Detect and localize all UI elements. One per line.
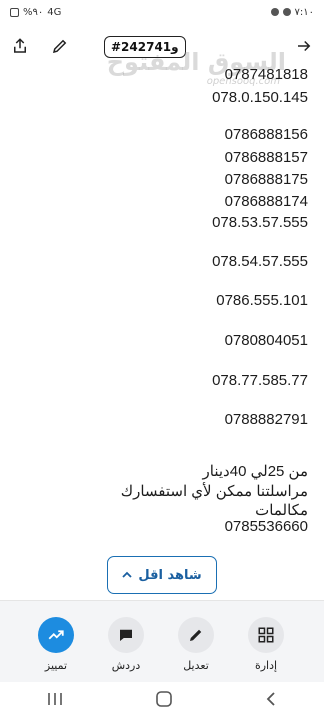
status-left: %٩٠ 4G bbox=[10, 7, 61, 18]
edit-button[interactable] bbox=[46, 32, 74, 60]
notification-icon-2 bbox=[282, 8, 291, 16]
chat-icon bbox=[120, 629, 132, 641]
network-type: 4G bbox=[47, 6, 62, 18]
price-text: من 25لي 40دينار bbox=[202, 463, 308, 480]
home-button[interactable] bbox=[155, 690, 173, 712]
feature-button[interactable]: تمييز bbox=[26, 617, 86, 672]
manage-label: إدارة bbox=[254, 659, 278, 672]
description-line: 0787481818 bbox=[224, 66, 308, 83]
status-bar: %٩٠ 4G ٧:١٠ bbox=[0, 0, 324, 24]
share-button[interactable] bbox=[6, 32, 34, 60]
app-bar: #242741 و السوق المفتوح opensooq.com bbox=[0, 28, 324, 87]
contact-phone: 0785536660 bbox=[224, 518, 308, 535]
description-line: 078.77.585.77 bbox=[212, 372, 308, 389]
clock: ٧:١٠ bbox=[294, 6, 314, 18]
notification-icon bbox=[270, 8, 279, 16]
description-line: 0786888175 bbox=[224, 171, 308, 188]
manage-button[interactable]: إدارة bbox=[236, 617, 296, 672]
description-line: 0786888156 bbox=[224, 126, 308, 143]
manage-circle bbox=[248, 617, 284, 653]
description-line: 078.0.150.145 bbox=[212, 89, 308, 106]
pencil-icon bbox=[190, 629, 202, 641]
description-line: 0786888157 bbox=[224, 149, 308, 166]
description-line: 078.54.57.555 bbox=[212, 253, 308, 270]
contact-text: مراسلتنا ممكن لأي استفسارك bbox=[120, 483, 308, 500]
arrow-right-icon bbox=[298, 40, 311, 52]
description-line: 0788882791 bbox=[224, 411, 308, 428]
edit-circle bbox=[178, 617, 214, 653]
description-line: 0786.555.101 bbox=[216, 292, 308, 309]
chat-label: دردش bbox=[111, 659, 141, 672]
trending-up-icon bbox=[48, 630, 64, 640]
back-button[interactable] bbox=[290, 32, 318, 60]
chat-circle bbox=[108, 617, 144, 653]
recents-button[interactable] bbox=[46, 691, 64, 711]
edit-label: تعديل bbox=[183, 659, 209, 672]
back-system-button[interactable] bbox=[264, 691, 278, 711]
feature-label: تمييز bbox=[44, 659, 68, 672]
chat-button[interactable]: دردش bbox=[96, 617, 156, 672]
home-icon bbox=[156, 691, 172, 707]
battery-level: %٩٠ bbox=[23, 6, 44, 18]
chevron-left-icon bbox=[267, 692, 275, 706]
description-line: 0780804051 bbox=[224, 332, 308, 349]
description-line: 0786888174 bbox=[224, 193, 308, 210]
battery-icon bbox=[10, 7, 19, 17]
calls-text: مكالمات bbox=[255, 502, 308, 519]
pencil-icon bbox=[52, 39, 67, 54]
show-less-label: شاهد اقل bbox=[138, 567, 202, 583]
description-line: 078.53.57.555 bbox=[212, 214, 308, 231]
show-less-button[interactable]: شاهد اقل bbox=[107, 556, 217, 594]
system-nav-bar bbox=[0, 682, 324, 720]
bottom-action-bar: تمييز دردش تعديل إدارة bbox=[0, 600, 324, 682]
chevron-up-icon bbox=[122, 571, 132, 578]
grid-icon bbox=[258, 627, 274, 643]
feature-circle bbox=[38, 617, 74, 653]
recents-icon bbox=[47, 693, 62, 705]
edit-ad-button[interactable]: تعديل bbox=[166, 617, 226, 672]
status-right: ٧:١٠ bbox=[270, 6, 314, 18]
share-icon bbox=[14, 38, 26, 53]
